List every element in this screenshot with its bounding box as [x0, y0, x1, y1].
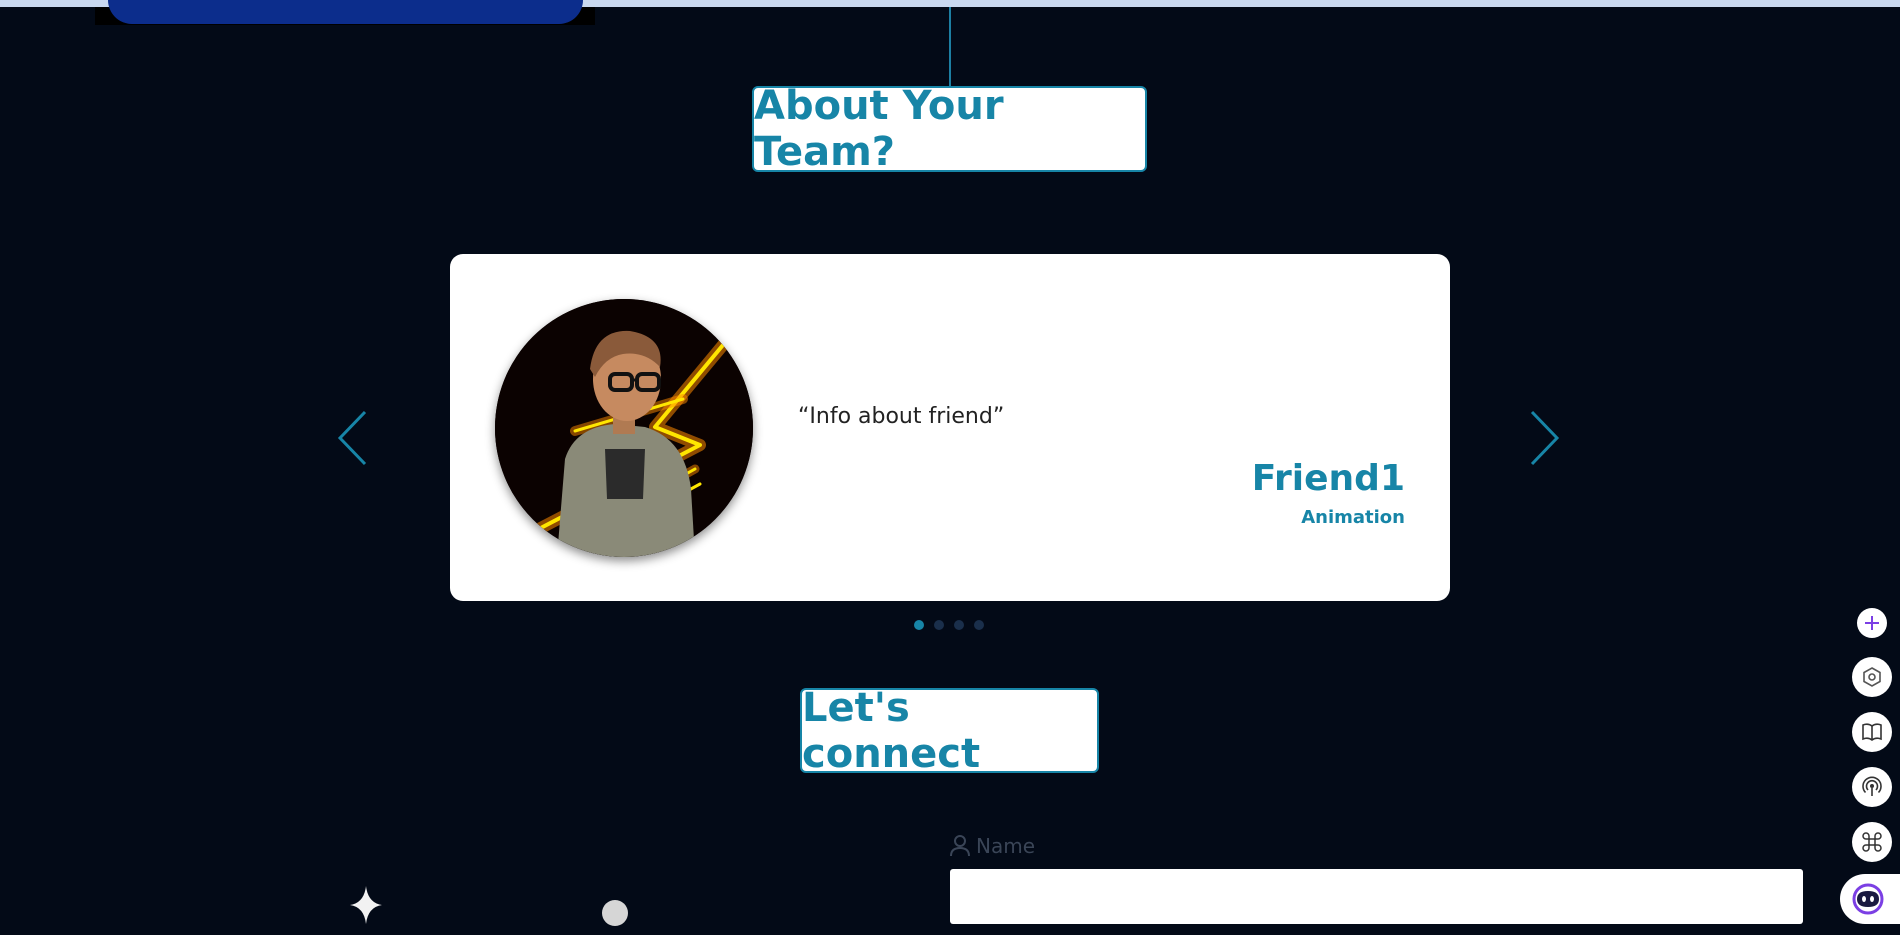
carousel-dot[interactable] — [974, 620, 984, 630]
lets-connect-heading: Let's connect — [800, 685, 1099, 777]
sidebar-book-button[interactable] — [1852, 712, 1892, 752]
chevron-left-icon — [337, 410, 367, 466]
broadcast-icon — [1862, 776, 1882, 796]
assistant-launcher-button[interactable] — [1840, 874, 1900, 924]
chevron-right-icon — [1530, 410, 1560, 466]
carousel-dot[interactable] — [914, 620, 924, 630]
command-icon — [1862, 832, 1882, 852]
carousel-prev-button[interactable] — [335, 408, 371, 468]
lets-connect-heading-text: Let's connect — [802, 684, 981, 777]
previous-section-button[interactable] — [108, 0, 583, 24]
carousel-dot[interactable] — [934, 620, 944, 630]
sidebar-command-button[interactable] — [1852, 822, 1892, 862]
neon-lightning-portrait-icon — [495, 299, 753, 557]
user-icon — [950, 835, 970, 857]
about-team-heading-text: About Your Team? — [754, 83, 1004, 175]
name-field-label-text: Name — [976, 834, 1036, 858]
friend-role: Animation — [1301, 507, 1405, 528]
testimonial-card: “Info about friend” Friend1 Animation — [450, 254, 1450, 601]
friend-avatar — [495, 299, 753, 557]
sidebar-settings-button[interactable] — [1852, 657, 1892, 697]
plus-icon — [1865, 616, 1879, 630]
carousel-pagination — [914, 620, 984, 630]
name-field-label: Name — [950, 834, 1035, 858]
testimonial-quote: “Info about friend” — [798, 404, 1005, 429]
carousel-next-button[interactable] — [1526, 408, 1562, 468]
sidebar-broadcast-button[interactable] — [1852, 767, 1892, 807]
friend-name: Friend1 — [1251, 458, 1405, 499]
moon-decoration — [602, 900, 628, 926]
carousel-dot[interactable] — [954, 620, 964, 630]
about-team-heading: About Your Team? — [752, 83, 1147, 175]
sparkle-icon — [350, 886, 382, 924]
sidebar-add-button[interactable] — [1857, 608, 1887, 638]
name-input[interactable] — [950, 869, 1803, 924]
assistant-face-icon — [1852, 883, 1884, 915]
timeline-connector — [949, 7, 951, 87]
settings-hex-icon — [1863, 667, 1881, 687]
book-icon — [1862, 723, 1882, 741]
